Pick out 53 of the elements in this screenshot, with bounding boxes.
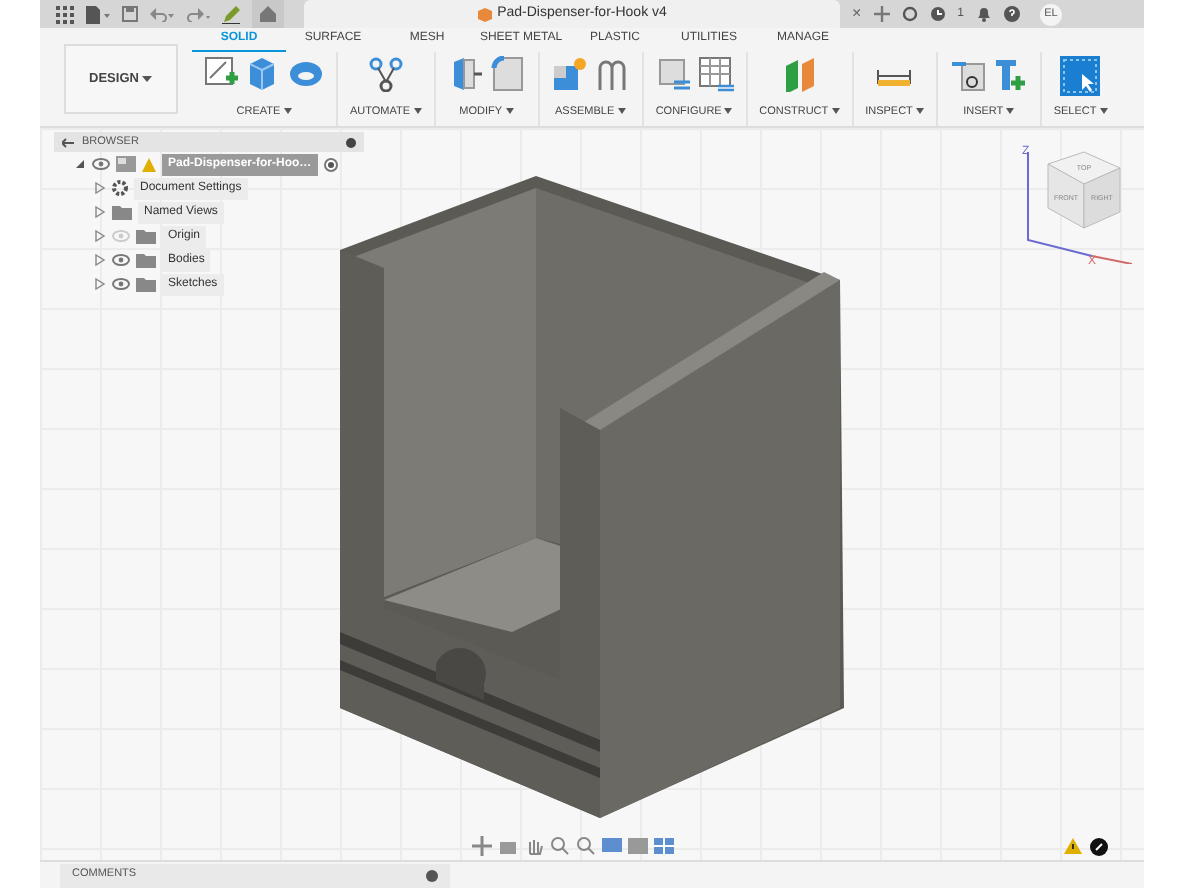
caret-icon xyxy=(724,107,733,114)
undo-icon[interactable] xyxy=(150,6,174,22)
eye-icon[interactable] xyxy=(92,158,110,170)
eye-icon[interactable] xyxy=(112,254,130,266)
caret-icon xyxy=(413,107,422,114)
caret-icon xyxy=(1006,107,1015,114)
table-icon[interactable] xyxy=(697,56,734,92)
close-button[interactable]: × xyxy=(852,6,862,22)
fillet-icon[interactable] xyxy=(489,56,526,92)
caret-icon xyxy=(617,107,626,114)
component-icon[interactable] xyxy=(551,56,588,92)
zoom-icon[interactable] xyxy=(550,836,570,856)
bell-icon[interactable] xyxy=(976,6,993,22)
orbit-icon[interactable] xyxy=(472,836,492,856)
expand-arrow-icon[interactable] xyxy=(94,182,106,194)
component-icon xyxy=(116,156,136,172)
panel-options-icon[interactable] xyxy=(346,137,356,147)
expand-arrow-icon[interactable] xyxy=(94,278,106,290)
document-icon xyxy=(477,7,492,21)
construct-plane-icon[interactable] xyxy=(781,56,818,92)
clock-icon[interactable] xyxy=(929,6,946,22)
caret-icon xyxy=(505,107,513,114)
redo-icon[interactable] xyxy=(186,6,210,22)
collapse-arrow-icon[interactable] xyxy=(74,158,86,170)
caret-icon xyxy=(831,107,840,114)
joint-icon[interactable] xyxy=(593,56,630,92)
insert-link-icon[interactable] xyxy=(949,56,986,92)
help-icon[interactable] xyxy=(1004,6,1021,22)
expand-arrow-icon[interactable] xyxy=(94,254,106,266)
viewports-icon[interactable] xyxy=(654,836,674,856)
radio-icon[interactable] xyxy=(323,157,338,171)
eye-icon[interactable] xyxy=(112,278,130,290)
caret-icon xyxy=(283,107,292,114)
pan-hand-icon[interactable] xyxy=(524,836,544,856)
torus-icon[interactable] xyxy=(288,56,324,92)
expand-arrow-icon[interactable] xyxy=(94,230,106,242)
apps-grid-icon[interactable] xyxy=(56,5,74,23)
collapse-panel-icon[interactable] xyxy=(62,137,74,147)
pencil-icon[interactable] xyxy=(222,5,240,23)
file-icon[interactable] xyxy=(86,5,110,23)
save-icon[interactable] xyxy=(122,6,138,22)
expand-arrow-icon[interactable] xyxy=(94,206,106,218)
caret-icon xyxy=(1099,107,1108,114)
caret-icon xyxy=(915,107,924,114)
zoom-window-icon[interactable] xyxy=(576,836,596,856)
automate-icon[interactable] xyxy=(367,56,404,92)
caret-icon xyxy=(142,75,153,83)
new-tab-icon[interactable] xyxy=(873,6,890,22)
gear-icon xyxy=(112,180,128,196)
select-icon[interactable] xyxy=(1060,56,1101,96)
warning-icon[interactable] xyxy=(1064,838,1082,854)
configure-icon[interactable] xyxy=(655,56,692,92)
home-icon[interactable] xyxy=(252,0,284,28)
